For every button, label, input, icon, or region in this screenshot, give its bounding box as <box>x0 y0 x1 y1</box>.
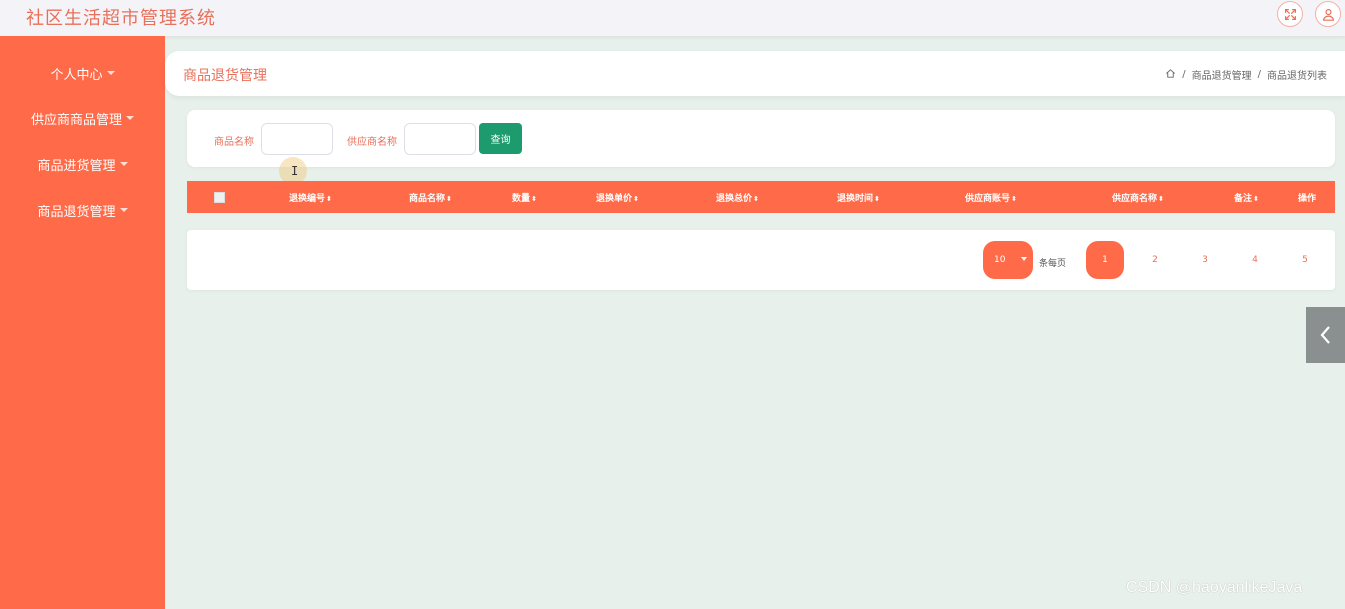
column-label: 退换编号 <box>289 194 326 204</box>
column-label: 退换总价 <box>716 194 753 204</box>
top-bar: 社区生活超市管理系统 <box>0 0 1345 36</box>
goods-name-input[interactable] <box>261 123 333 155</box>
page-button[interactable]: 4 <box>1236 241 1274 279</box>
page-button-current[interactable]: 1 <box>1086 241 1124 279</box>
column-header-return-no[interactable]: 退换编号⬍ <box>289 191 332 204</box>
sidebar-item-goods-return[interactable]: 商品退货管理 <box>0 195 165 225</box>
search-button[interactable]: 查询 <box>479 123 522 154</box>
home-icon[interactable] <box>1165 68 1176 82</box>
column-label: 备注 <box>1234 194 1253 204</box>
pagination: 10 条每页 1 2 3 4 5 <box>187 230 1335 290</box>
sort-icon: ⬍ <box>326 195 332 203</box>
sort-icon: ⬍ <box>1158 195 1164 203</box>
collapse-panel-tab[interactable] <box>1306 307 1345 363</box>
sort-icon: ⬍ <box>874 195 880 203</box>
column-label: 供应商名称 <box>1112 194 1158 204</box>
column-header-total-price[interactable]: 退换总价⬍ <box>716 191 759 204</box>
sidebar-item-label: 商品进货管理 <box>37 158 116 174</box>
sidebar: 个人中心 供应商商品管理 商品进货管理 商品退货管理 <box>0 36 165 609</box>
column-header-supplier-account[interactable]: 供应商账号⬍ <box>965 191 1017 204</box>
caret-down-icon <box>119 162 128 166</box>
chevron-down-icon <box>1021 257 1027 261</box>
column-label: 供应商账号 <box>965 194 1011 204</box>
sidebar-item-supplier-goods[interactable]: 供应商商品管理 <box>0 103 165 133</box>
sidebar-item-label: 供应商商品管理 <box>30 112 122 128</box>
caret-down-icon <box>106 71 115 75</box>
column-header-unit-price[interactable]: 退换单价⬍ <box>596 191 639 204</box>
sort-icon: ⬍ <box>531 195 537 203</box>
page-button[interactable]: 5 <box>1286 241 1324 279</box>
caret-down-icon <box>119 208 128 212</box>
app-title: 社区生活超市管理系统 <box>26 8 216 29</box>
page-button[interactable]: 3 <box>1186 241 1224 279</box>
table-header: 退换编号⬍ 商品名称⬍ 数量⬍ 退换单价⬍ 退换总价⬍ 退换时间⬍ 供应商账号⬍… <box>187 181 1335 213</box>
sort-icon: ⬍ <box>446 195 452 203</box>
supplier-name-label: 供应商名称 <box>347 137 397 148</box>
search-panel: 商品名称 供应商名称 查询 <box>187 110 1335 167</box>
breadcrumb: / 商品退货管理 / 商品退货列表 <box>1165 67 1327 82</box>
page-button[interactable]: 2 <box>1136 241 1174 279</box>
page-title: 商品退货管理 <box>183 68 267 84</box>
breadcrumb-separator: / <box>1182 69 1186 80</box>
breadcrumb-item[interactable]: 商品退货管理 <box>1192 67 1252 82</box>
column-header-goods-name[interactable]: 商品名称⬍ <box>409 191 452 204</box>
fullscreen-icon[interactable] <box>1277 1 1303 27</box>
column-header-supplier-name[interactable]: 供应商名称⬍ <box>1112 191 1164 204</box>
text-cursor-icon: I <box>291 164 299 178</box>
sort-icon: ⬍ <box>633 195 639 203</box>
column-header-actions: 操作 <box>1298 194 1317 204</box>
sort-icon: ⬍ <box>1253 195 1259 203</box>
breadcrumb-separator: / <box>1257 69 1261 80</box>
column-header-quantity[interactable]: 数量⬍ <box>512 191 537 204</box>
breadcrumb-item-current: 商品退货列表 <box>1267 71 1327 82</box>
sort-icon: ⬍ <box>1011 195 1017 203</box>
column-label: 退换单价 <box>596 194 633 204</box>
goods-name-label: 商品名称 <box>214 137 254 148</box>
sidebar-item-personal-center[interactable]: 个人中心 <box>0 58 165 88</box>
caret-down-icon <box>126 116 134 120</box>
watermark: CSDN @haoyanlikeJava <box>1126 579 1303 596</box>
column-label: 商品名称 <box>409 194 446 204</box>
select-all-checkbox[interactable] <box>214 192 225 203</box>
per-page-label: 条每页 <box>1039 259 1067 269</box>
sidebar-item-label: 个人中心 <box>50 67 103 83</box>
page-size-value: 10 <box>994 255 1006 265</box>
column-label: 退换时间 <box>837 194 874 204</box>
page-header: 商品退货管理 / 商品退货管理 / 商品退货列表 <box>165 51 1345 96</box>
page-size-select[interactable]: 10 <box>983 241 1033 279</box>
supplier-name-input[interactable] <box>404 123 476 155</box>
sidebar-item-label: 商品退货管理 <box>37 204 116 220</box>
sidebar-item-goods-purchase[interactable]: 商品进货管理 <box>0 149 165 179</box>
column-header-remark[interactable]: 备注⬍ <box>1234 191 1259 204</box>
chevron-left-icon <box>1320 326 1330 344</box>
column-label: 数量 <box>512 194 531 204</box>
user-icon[interactable] <box>1315 1 1341 27</box>
column-header-return-time[interactable]: 退换时间⬍ <box>837 191 880 204</box>
sort-icon: ⬍ <box>753 195 759 203</box>
